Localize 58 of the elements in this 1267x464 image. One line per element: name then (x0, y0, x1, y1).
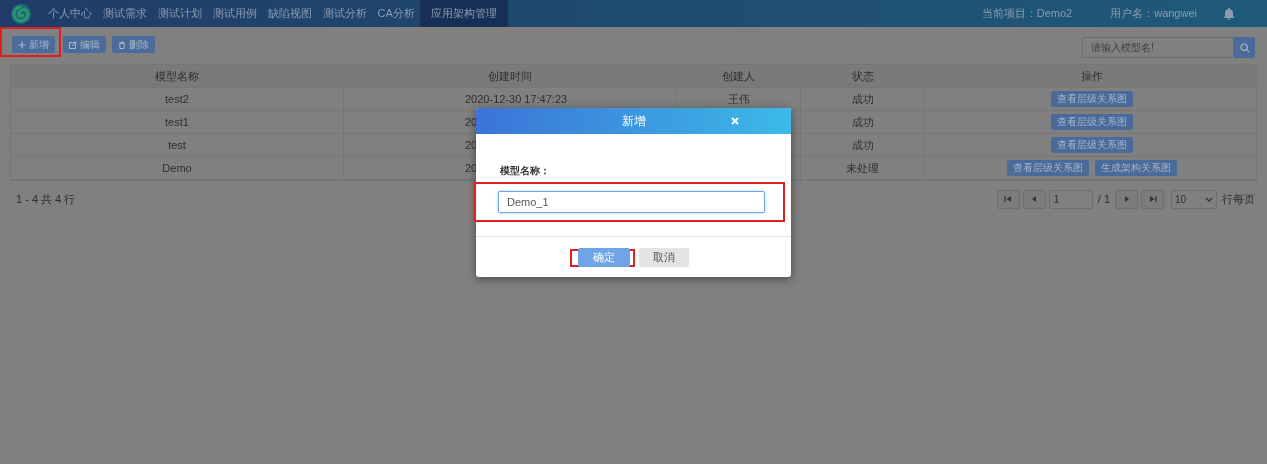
trash-icon (118, 40, 126, 49)
first-page-icon (1004, 195, 1013, 203)
model-name-field[interactable]: Demo_1 (498, 191, 765, 213)
action-button[interactable]: 查看层级关系图 (1050, 91, 1133, 107)
previous-page-button[interactable] (1022, 189, 1046, 209)
first-page-button[interactable] (996, 189, 1020, 209)
page-field[interactable]: 1 (1048, 189, 1093, 209)
column-header: 创建时间 (344, 65, 677, 88)
cancel-button[interactable]: 取消 (639, 248, 689, 267)
table-cell: 未处理 (801, 157, 925, 180)
nav-tab[interactable]: 测试分析 (317, 0, 372, 27)
close-icon (731, 117, 739, 125)
search-button[interactable] (1234, 37, 1255, 58)
nav-tab[interactable]: 个人中心 (42, 0, 97, 27)
nav-tab[interactable]: 测试需求 (97, 0, 152, 27)
triangle-right-icon (1122, 195, 1131, 203)
table-cell: test (11, 134, 344, 157)
page-size-select[interactable]: 10 (1171, 189, 1217, 209)
row-count-text: 1 - 4 共 4 行 (16, 191, 76, 207)
column-header: 状态 (801, 65, 925, 88)
confirm-button[interactable]: 确定 (578, 248, 630, 267)
chevron-down-icon (1205, 196, 1213, 202)
pencil-icon (69, 40, 77, 49)
nav-tab[interactable]: 测试用例 (207, 0, 262, 27)
action-button[interactable]: 查看层级关系图 (1050, 137, 1133, 153)
next-page-button[interactable] (1115, 189, 1138, 209)
action-button[interactable]: 生成架构关系图 (1094, 160, 1177, 176)
table-cell: 成功 (801, 111, 925, 134)
dialog-title: 新增 (621, 112, 646, 130)
search-icon (1239, 42, 1250, 53)
table-cell: 成功 (801, 88, 925, 111)
table-cell: test1 (11, 111, 344, 134)
table-cell: test2 (11, 88, 344, 111)
table-cell: 成功 (801, 134, 925, 157)
action-button[interactable]: 查看层级关系图 (1006, 160, 1089, 176)
per-page-label: 行每页 (1222, 191, 1255, 207)
nav-tab[interactable]: CA分析 (372, 0, 421, 27)
toolbar-button[interactable]: 新增 (12, 36, 55, 53)
current-project-label: 当前项目：Demo2 (981, 6, 1073, 21)
toolbar-button[interactable]: 删除 (112, 36, 155, 53)
nav-tab[interactable]: 测试计划 (152, 0, 207, 27)
column-header: 创建人 (677, 65, 801, 88)
triangle-left-icon (1030, 195, 1039, 203)
logo-icon (10, 2, 32, 25)
nav-tab[interactable]: 缺陷视图 (262, 0, 317, 27)
table-cell: Demo (11, 157, 344, 180)
plus-icon (18, 40, 26, 49)
username-label: 用户名：wangwei (1110, 6, 1197, 21)
field-label: 模型名称： (499, 164, 550, 178)
column-header: 模型名称 (11, 65, 344, 88)
nav-tab[interactable]: 应用架构管理 (420, 0, 509, 27)
last-page-button[interactable] (1141, 189, 1164, 209)
toolbar-button[interactable]: 编辑 (63, 36, 106, 53)
column-header: 操作 (925, 65, 1258, 88)
action-button[interactable]: 查看层级关系图 (1050, 114, 1133, 130)
page-total-text: / 1 (1097, 193, 1110, 205)
last-page-icon (1148, 195, 1157, 203)
bell-icon (1223, 7, 1235, 20)
